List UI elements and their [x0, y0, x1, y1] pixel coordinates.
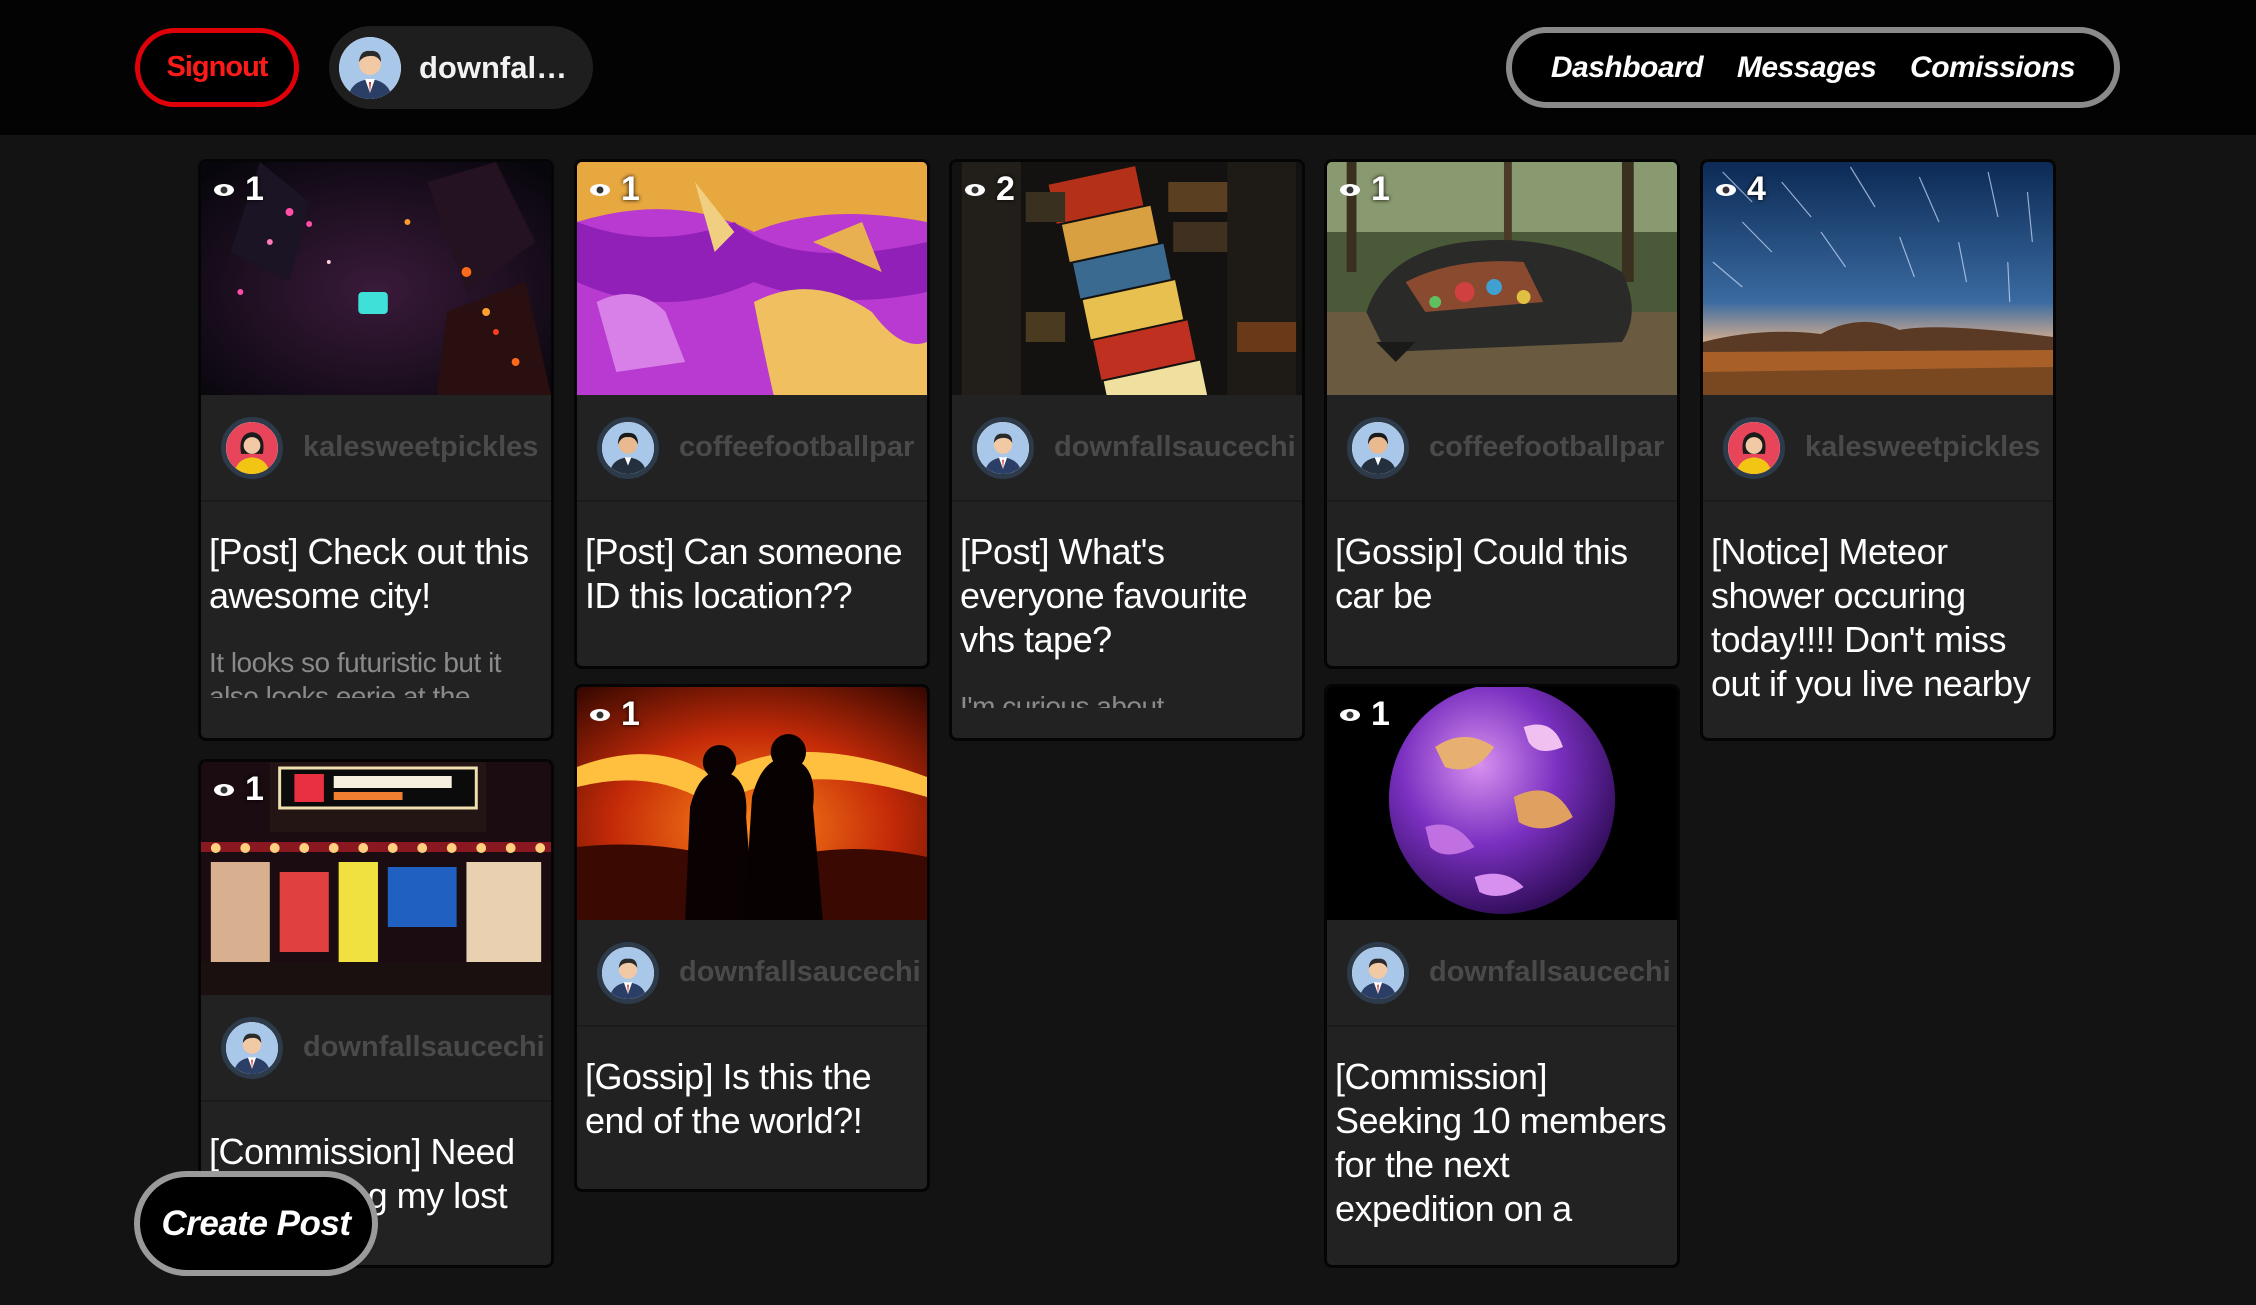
view-count-value: 1	[621, 170, 640, 208]
avatar	[221, 416, 283, 479]
avatar	[1723, 416, 1785, 479]
view-count-value: 1	[621, 695, 640, 733]
post-title: [Post] What's everyone favourite vhs tap…	[960, 531, 1248, 660]
male-avatar-icon	[602, 421, 654, 474]
current-user-name: downfallsaucechi	[419, 49, 569, 85]
view-count: 1	[589, 695, 640, 734]
post-card[interactable]: 1 downfallsaucechi [Commission] Seeking …	[1324, 684, 1680, 1268]
male-avatar-icon	[226, 1021, 278, 1074]
post-card[interactable]: 1 coffeefootballpar [Gossip] Could this …	[1324, 159, 1680, 669]
post-title: [Post] Can someone ID this location??	[585, 531, 903, 616]
author-name: downfallsaucechi	[1429, 956, 1671, 988]
author-name: coffeefootballpar	[1429, 431, 1665, 463]
main-nav: Dashboard Messages Comissions	[1506, 27, 2120, 108]
post-image: 1	[1327, 162, 1677, 395]
female-avatar-icon	[226, 421, 278, 474]
eye-icon	[1340, 183, 1360, 196]
view-count-value: 1	[245, 170, 264, 208]
view-count-value: 1	[1371, 695, 1390, 733]
post-image: 1	[201, 762, 551, 995]
avatar	[1347, 941, 1409, 1004]
nav-dashboard[interactable]: Dashboard	[1551, 51, 1704, 85]
post-card[interactable]: 1 downfallsaucechi [Gossip] Is this the …	[574, 684, 930, 1192]
male-avatar-icon	[1352, 946, 1404, 999]
post-author[interactable]: downfallsaucechi	[577, 920, 927, 1027]
author-name: downfallsaucechi	[303, 1031, 545, 1063]
eye-icon	[590, 708, 610, 721]
eye-icon	[590, 183, 610, 196]
male-avatar-icon	[977, 421, 1029, 474]
create-post-button[interactable]: Create Post	[134, 1171, 378, 1276]
top-bar: Signout downfallsaucechi Dashboard Messa…	[0, 0, 2256, 135]
post-card[interactable]: 2 downfallsaucechi [Post] What's everyon…	[949, 159, 1305, 741]
avatar	[597, 941, 659, 1004]
eye-icon	[1716, 183, 1736, 196]
post-title: [Notice] Meteor shower occuring today!!!…	[1711, 531, 2031, 704]
current-user-chip[interactable]: downfallsaucechi	[329, 26, 593, 109]
eye-icon	[1340, 708, 1360, 721]
view-count: 1	[213, 770, 264, 809]
eye-icon	[214, 183, 234, 196]
female-avatar-icon	[1728, 421, 1780, 474]
view-count-value: 2	[996, 170, 1015, 208]
view-count: 1	[589, 170, 640, 209]
post-title: [Post] Check out this awesome city!	[209, 531, 529, 616]
male-avatar-icon	[339, 36, 401, 99]
post-image: 2	[952, 162, 1302, 395]
view-count: 2	[964, 170, 1015, 209]
avatar	[339, 36, 401, 99]
author-name: kalesweetpickles	[1805, 431, 2041, 463]
post-excerpt: It looks so futuristic but it also looks…	[209, 647, 502, 698]
post-card[interactable]: 1 kalesweetpickles [Post] Check out this…	[198, 159, 554, 741]
male-avatar-icon	[602, 946, 654, 999]
post-author[interactable]: kalesweetpickles	[201, 395, 551, 502]
nav-messages[interactable]: Messages	[1737, 51, 1877, 85]
post-author[interactable]: kalesweetpickles	[1703, 395, 2053, 502]
avatar	[597, 416, 659, 479]
post-image: 1	[1327, 687, 1677, 920]
post-card[interactable]: 1 coffeefootballpar [Post] Can someone I…	[574, 159, 930, 669]
nav-comissions[interactable]: Comissions	[1910, 51, 2076, 85]
post-image: 1	[577, 687, 927, 920]
post-image: 4	[1703, 162, 2053, 395]
post-author[interactable]: downfallsaucechi	[952, 395, 1302, 502]
eye-icon	[214, 783, 234, 796]
author-name: downfallsaucechi	[679, 956, 921, 988]
view-count-value: 1	[245, 770, 264, 808]
post-author[interactable]: downfallsaucechi	[1327, 920, 1677, 1027]
signout-button[interactable]: Signout	[135, 28, 299, 107]
eye-icon	[965, 183, 985, 196]
avatar	[221, 1016, 283, 1079]
post-title: [Gossip] Is this the end of the world?!	[585, 1056, 872, 1141]
author-name: downfallsaucechi	[1054, 431, 1296, 463]
view-count-value: 1	[1371, 170, 1390, 208]
post-title: [Gossip] Could this car be possessed???!…	[1335, 531, 1628, 620]
male-avatar-icon	[1352, 421, 1404, 474]
author-name: kalesweetpickles	[303, 431, 539, 463]
avatar	[1347, 416, 1409, 479]
post-title: [Commission] Seeking 10 members for the …	[1335, 1056, 1667, 1227]
view-count-value: 4	[1747, 170, 1766, 208]
avatar	[972, 416, 1034, 479]
view-count: 1	[1339, 695, 1390, 734]
post-author[interactable]: coffeefootballpar	[577, 395, 927, 502]
post-author[interactable]: downfallsaucechi	[201, 995, 551, 1102]
post-card[interactable]: 4 kalesweetpickles [Notice] Meteor showe…	[1700, 159, 2056, 741]
view-count: 1	[213, 170, 264, 209]
post-author[interactable]: coffeefootballpar	[1327, 395, 1677, 502]
author-name: coffeefootballpar	[679, 431, 915, 463]
post-excerpt: I'm curious about	[960, 691, 1164, 708]
post-image: 1	[577, 162, 927, 395]
view-count: 4	[1715, 170, 1766, 209]
view-count: 1	[1339, 170, 1390, 209]
post-image: 1	[201, 162, 551, 395]
